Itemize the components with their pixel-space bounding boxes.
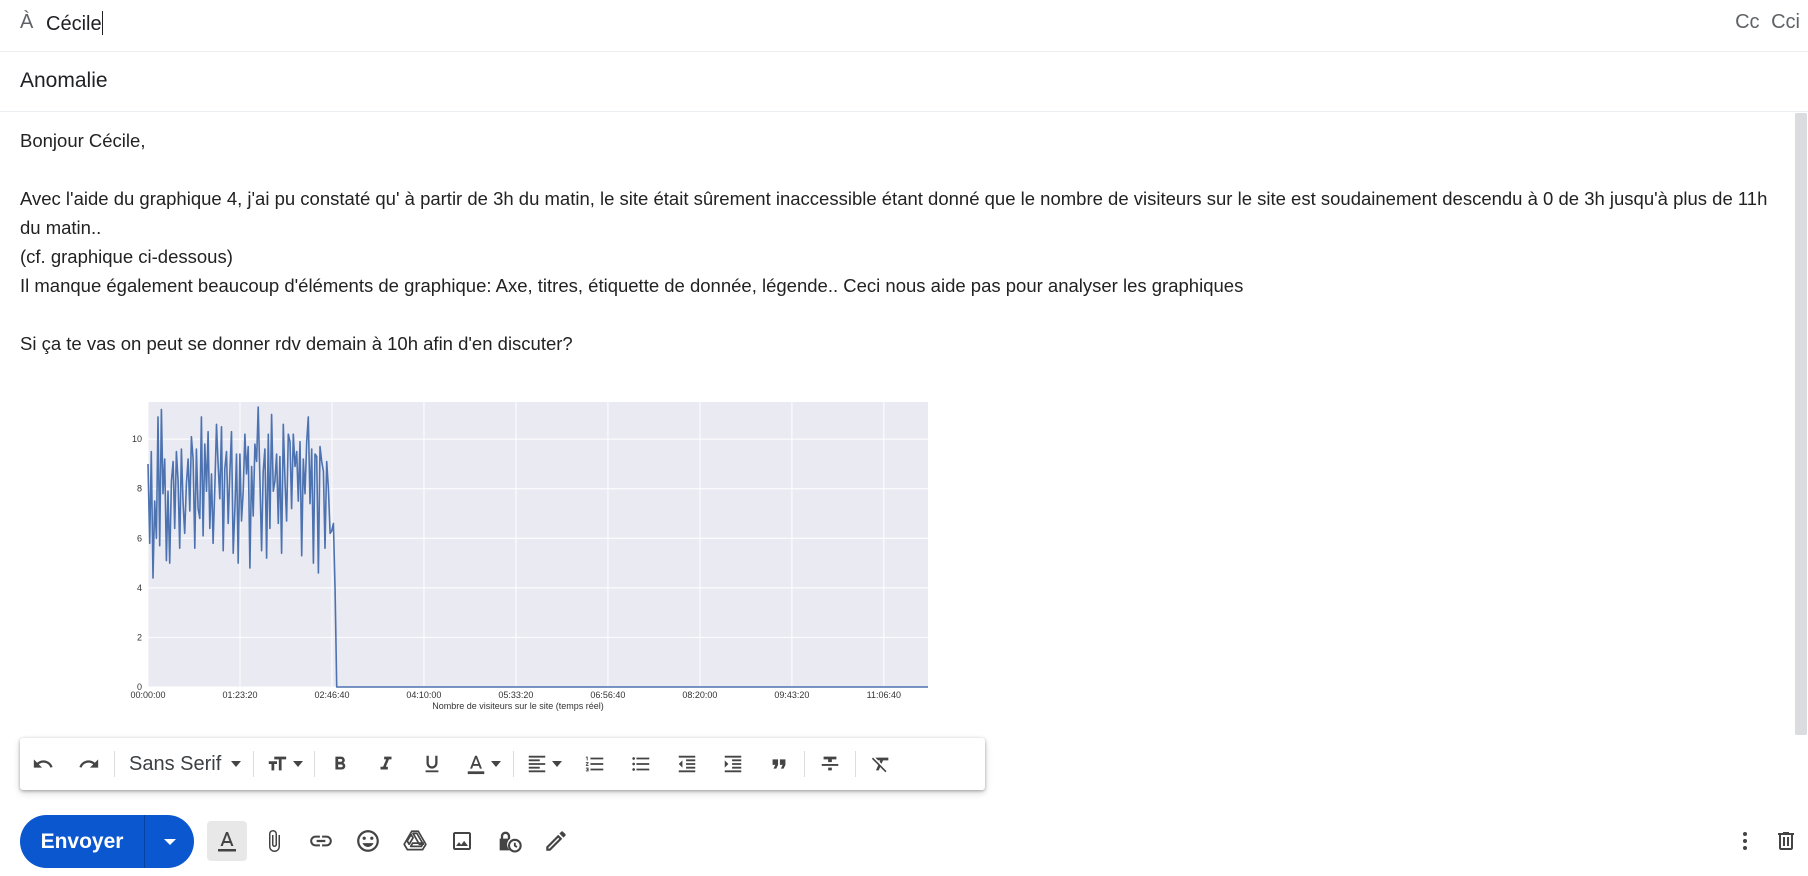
y-tick-label: 4 xyxy=(137,583,142,593)
attach-file-button[interactable] xyxy=(254,821,294,861)
y-tick-label: 8 xyxy=(137,484,142,494)
y-tick-label: 10 xyxy=(132,434,142,444)
strikethrough-button[interactable] xyxy=(811,744,849,784)
body-greeting: Bonjour Cécile, xyxy=(20,130,146,151)
attach-file-icon xyxy=(269,830,280,852)
bulleted-list-icon xyxy=(632,757,650,771)
plot-area xyxy=(148,402,928,687)
confidential-mode-button[interactable] xyxy=(489,821,529,861)
remove-formatting-icon xyxy=(872,757,889,773)
remove-formatting-button[interactable] xyxy=(862,744,900,784)
y-tick-label: 2 xyxy=(137,632,142,642)
font-family-label: Sans Serif xyxy=(129,752,222,775)
bold-icon xyxy=(335,756,346,770)
indent-less-icon xyxy=(679,755,696,773)
redo-icon xyxy=(79,759,99,768)
to-field[interactable]: Cécile xyxy=(46,11,103,36)
bulleted-list-button[interactable] xyxy=(622,744,660,784)
numbered-list-button[interactable] xyxy=(576,744,614,784)
strikethrough-icon xyxy=(822,756,839,771)
confidential-mode-icon xyxy=(499,831,522,853)
send-button[interactable]: Envoyer xyxy=(20,830,144,854)
chevron-down-icon xyxy=(163,838,176,845)
signature-icon xyxy=(546,831,566,851)
numbered-list-icon xyxy=(586,756,604,772)
redo-button[interactable] xyxy=(70,744,108,784)
indent-less-button[interactable] xyxy=(668,744,706,784)
discard-button[interactable] xyxy=(1766,821,1806,861)
x-tick-label: 01:23:20 xyxy=(222,690,257,700)
send-options-button[interactable] xyxy=(145,837,194,847)
google-drive-icon xyxy=(403,830,427,851)
subject-field[interactable]: Anomalie xyxy=(20,69,108,93)
indent-more-icon xyxy=(725,755,742,773)
more-options-icon xyxy=(1743,832,1747,850)
formatting-options-icon xyxy=(218,832,236,852)
insert-photo-icon xyxy=(453,832,471,850)
text-color-button[interactable] xyxy=(459,744,507,784)
chevron-down-icon xyxy=(552,761,563,767)
y-tick-label: 0 xyxy=(137,682,142,692)
body-paragraph: Si ça te vas on peut se donner rdv demai… xyxy=(20,333,573,354)
formatting-toolbar: Sans Serif xyxy=(20,738,985,790)
send-bar: Envoyer xyxy=(0,808,1808,868)
chevron-down-icon xyxy=(491,761,502,767)
body-paragraph: Avec l'aide du graphique 4, j'ai pu cons… xyxy=(20,188,1768,238)
to-label: À xyxy=(20,11,34,33)
x-tick-label: 11:06:40 xyxy=(867,690,901,700)
more-options-button[interactable] xyxy=(1725,821,1765,861)
undo-button[interactable] xyxy=(24,744,62,784)
underline-button[interactable] xyxy=(413,744,451,784)
bold-button[interactable] xyxy=(321,744,359,784)
insert-link-button[interactable] xyxy=(301,821,341,861)
google-drive-button[interactable] xyxy=(395,821,435,861)
align-button[interactable] xyxy=(520,744,568,784)
x-tick-label: 09:43:20 xyxy=(774,690,809,700)
send-button-group: Envoyer xyxy=(20,815,194,868)
text-size-button[interactable] xyxy=(260,744,308,784)
emoji-icon xyxy=(357,830,379,852)
y-tick-label: 6 xyxy=(137,533,142,543)
message-body[interactable]: Bonjour Cécile, Avec l'aide du graphique… xyxy=(20,126,1790,358)
recipients-row: À Cécile Cc Cci xyxy=(0,0,1808,52)
italic-button[interactable] xyxy=(367,744,405,784)
x-tick-label: 00:00:00 xyxy=(130,690,165,700)
recipient-chip[interactable]: Cécile xyxy=(46,13,102,35)
x-tick-label: 02:46:40 xyxy=(314,690,349,700)
indent-more-button[interactable] xyxy=(714,744,752,784)
cc-link[interactable]: Cc xyxy=(1735,11,1759,33)
chevron-down-icon xyxy=(231,761,242,767)
bcc-link[interactable]: Cci xyxy=(1771,11,1800,33)
text-size-icon xyxy=(269,756,287,771)
body-paragraph: (cf. graphique ci-dessous) xyxy=(20,246,233,267)
x-tick-label: 05:33:20 xyxy=(498,690,533,700)
text-cursor xyxy=(101,11,103,35)
italic-icon xyxy=(380,756,392,770)
subject-row: Anomalie xyxy=(0,52,1808,112)
x-axis-label: Nombre de visiteurs sur le site (temps r… xyxy=(432,701,604,711)
cc-bcc-links: Cc Cci xyxy=(1729,11,1800,34)
discard-icon xyxy=(1778,832,1794,850)
insert-photo-button[interactable] xyxy=(442,821,482,861)
body-paragraph: Il manque également beaucoup d'éléments … xyxy=(20,275,1244,296)
embedded-chart-image[interactable]: 00:00:00 01:23:20 02:46:40 04:10:00 05:33:20… xyxy=(118,396,938,720)
undo-icon xyxy=(33,759,53,768)
font-family-select[interactable]: Sans Serif xyxy=(121,744,247,784)
body-scrollbar[interactable] xyxy=(1795,113,1807,735)
underline-icon xyxy=(425,755,439,773)
x-tick-label: 08:20:00 xyxy=(682,690,717,700)
chevron-down-icon xyxy=(293,761,304,767)
text-color-icon xyxy=(468,755,485,775)
quote-button[interactable] xyxy=(760,744,798,784)
signature-button[interactable] xyxy=(536,821,576,861)
emoji-button[interactable] xyxy=(348,821,388,861)
insert-link-icon xyxy=(310,835,332,847)
x-tick-label: 04:10:00 xyxy=(406,690,441,700)
x-tick-label: 06:56:40 xyxy=(590,690,625,700)
quote-icon xyxy=(772,759,786,769)
formatting-options-button[interactable] xyxy=(207,821,247,861)
align-icon xyxy=(529,755,546,773)
